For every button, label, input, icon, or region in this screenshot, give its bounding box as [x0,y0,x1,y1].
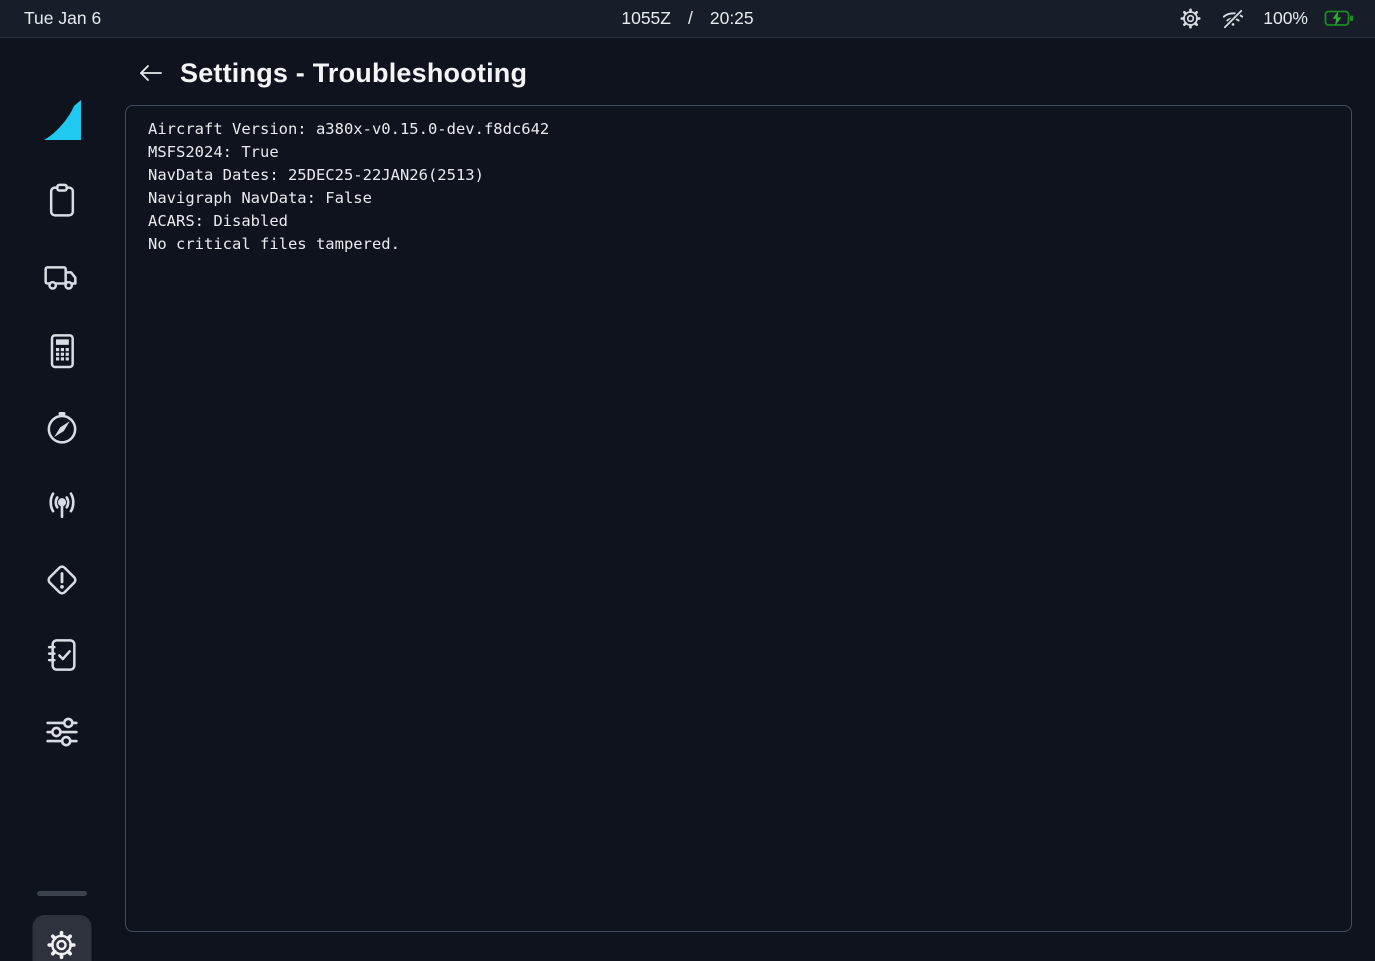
wifi-off-icon[interactable] [1219,6,1247,32]
broadcast-icon [41,483,83,525]
compass-icon [42,408,82,448]
back-arrow-icon[interactable] [137,62,164,84]
console-line: MSFS2024: True [148,141,1329,164]
calculator-icon [42,331,82,371]
sidebar-item-failures[interactable] [34,552,90,608]
sidebar-item-checklists[interactable] [34,627,90,683]
sidebar-item-atc[interactable] [34,476,90,532]
sliders-icon [41,711,83,753]
status-date: Tue Jan 6 [24,8,101,29]
sidebar-item-performance[interactable] [34,323,90,379]
utc-time[interactable]: 1055Z [621,8,671,29]
flybywire-logo[interactable] [38,96,86,144]
console-line: Aircraft Version: a380x-v0.15.0-dev.f8dc… [148,118,1329,141]
console-line: No critical files tampered. [148,233,1329,256]
local-time[interactable]: 20:25 [710,8,754,29]
truck-icon [42,256,82,296]
page-title: Settings - Troubleshooting [180,58,527,89]
console-line: Navigraph NavData: False [148,187,1329,210]
gear-icon [44,927,80,961]
sidebar-item-presets[interactable] [34,704,90,760]
sidebar [0,38,123,961]
clipboard-icon [42,180,82,220]
sidebar-item-dispatch[interactable] [34,248,90,304]
sidebar-item-navigation[interactable] [34,400,90,456]
alert-diamond-icon [42,560,82,600]
troubleshooting-console: Aircraft Version: a380x-v0.15.0-dev.f8dc… [125,105,1352,932]
console-line: ACARS: Disabled [148,210,1329,233]
battery-percent: 100% [1263,8,1308,29]
sidebar-item-dashboard[interactable] [34,172,90,228]
sidebar-item-settings[interactable] [32,915,91,961]
sidebar-divider [37,891,87,896]
checklist-icon [42,635,82,675]
gear-icon[interactable] [1178,6,1203,31]
status-clock: 1055Z / 20:25 [621,8,753,29]
time-separator: / [688,8,693,29]
status-bar: Tue Jan 6 1055Z / 20:25 [0,0,1375,38]
page-header: Settings - Troubleshooting [123,52,527,94]
console-line: NavData Dates: 25DEC25-22JAN26(2513) [148,164,1329,187]
battery-charging-icon [1324,8,1355,29]
